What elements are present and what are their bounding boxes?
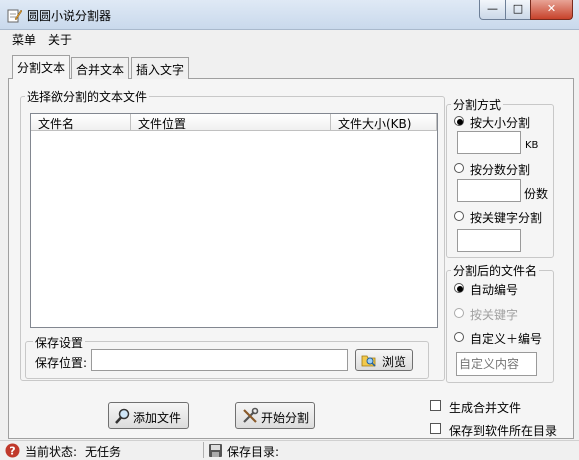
menu-item-menu[interactable]: 菜单 (12, 31, 36, 48)
status-state-value: 无任务 (85, 445, 122, 459)
file-group-label: 选择欲分割的文本文件 (25, 88, 150, 105)
radio-split-by-size[interactable] (454, 116, 464, 126)
status-bar: ? 当前状态: 无任务 保存目录: (0, 440, 579, 459)
status-state-label: 当前状态: (25, 445, 78, 459)
help-icon: ? (5, 443, 20, 458)
file-list[interactable]: 文件名 文件位置 文件大小(KB) (30, 113, 438, 328)
menu-item-about[interactable]: 关于 (48, 31, 72, 48)
count-unit-label: 份数 (524, 187, 549, 201)
save-location-input[interactable] (91, 349, 348, 371)
tab-merge-text[interactable]: 合并文本 (71, 57, 130, 79)
add-file-label: 添加文件 (133, 411, 182, 425)
radio-split-by-keyword[interactable] (454, 211, 464, 221)
custom-number-label: 自定义＋编号 (470, 332, 543, 346)
keyword-input[interactable] (457, 229, 521, 252)
svg-text:?: ? (9, 445, 15, 458)
tab-insert-text[interactable]: 插入文字 (131, 57, 190, 79)
close-button[interactable]: ✕ (530, 0, 573, 20)
window-title: 圆圆小说分割器 (27, 9, 112, 23)
tools-icon (243, 407, 259, 423)
menu-bar: 菜单 关于 (0, 30, 579, 48)
merge-file-checkbox[interactable] (430, 400, 441, 411)
by-keyword-name-label: 按关键字 (470, 308, 519, 322)
split-by-keyword-label: 按关键字分割 (470, 211, 543, 225)
maximize-icon: □ (512, 2, 524, 15)
minimize-button[interactable]: — (479, 0, 506, 20)
custom-content-input[interactable] (456, 352, 537, 376)
status-dir-label: 保存目录: (227, 445, 280, 459)
split-by-count-label: 按分数分割 (470, 163, 531, 177)
close-icon: ✕ (546, 2, 557, 15)
browse-label: 浏览 (382, 355, 407, 369)
count-input[interactable] (457, 179, 521, 202)
save-group-label: 保存设置 (33, 334, 86, 351)
radio-custom-number[interactable] (454, 332, 464, 342)
save-to-software-dir-checkbox[interactable] (430, 423, 441, 434)
column-header-size[interactable]: 文件大小(KB) (331, 114, 437, 131)
radio-by-keyword-name[interactable] (454, 308, 464, 318)
maximize-button[interactable]: □ (505, 0, 531, 20)
minimize-icon: — (487, 2, 498, 15)
magnifier-icon (115, 408, 130, 424)
folder-search-icon (361, 355, 376, 367)
status-divider (203, 442, 204, 458)
size-input[interactable] (457, 131, 521, 154)
browse-button[interactable]: 浏览 (355, 349, 413, 371)
radio-auto-number[interactable] (454, 283, 464, 293)
auto-number-label: 自动编号 (470, 283, 519, 297)
column-header-location[interactable]: 文件位置 (131, 114, 331, 131)
tab-split-text[interactable]: 分割文本 (12, 55, 71, 79)
radio-split-by-count[interactable] (454, 163, 464, 173)
start-split-label: 开始分割 (261, 411, 310, 425)
disk-icon (209, 444, 222, 457)
add-file-button[interactable]: 添加文件 (108, 402, 189, 429)
split-by-size-label: 按大小分割 (470, 116, 531, 130)
size-unit-label: KB (525, 140, 539, 151)
split-mode-label: 分割方式 (451, 96, 504, 113)
save-to-software-dir-label: 保存到软件所在目录 (449, 424, 558, 438)
naming-group-label: 分割后的文件名 (451, 262, 540, 279)
save-location-label: 保存位置: (35, 356, 88, 370)
start-split-button[interactable]: 开始分割 (235, 402, 315, 429)
notepad-pencil-icon (7, 9, 22, 23)
column-header-filename[interactable]: 文件名 (31, 114, 131, 131)
merge-file-label: 生成合并文件 (449, 401, 522, 415)
